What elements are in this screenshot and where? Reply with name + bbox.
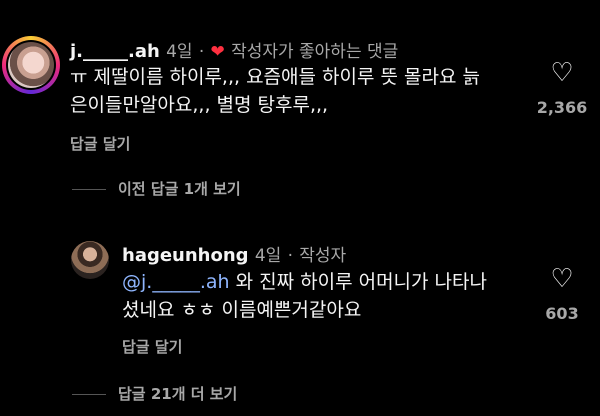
like-control: ♡ 603 [532,266,592,323]
timestamp: 4일 [254,246,282,266]
divider [72,394,106,395]
view-previous-label: 이전 답글 1개 보기 [118,180,241,198]
view-more-label: 답글 21개 더 보기 [118,385,238,403]
comment-text: @j._____.ah 와 진짜 하이루 어머니가 나타나 셨네요 ㅎㅎ 이름예… [122,268,487,324]
username[interactable]: hageunhong [122,245,249,266]
avatar[interactable] [71,241,109,279]
separator: · [287,246,293,266]
heart-filled-icon: ❤ [210,42,225,62]
comment-text-line: 셨네요 ㅎㅎ 이름예쁜거같아요 [122,299,362,321]
separator: · [198,42,205,62]
profile-photo [8,42,54,88]
heart-outline-icon[interactable]: ♡ [532,266,592,292]
like-count: 2,366 [536,98,588,117]
comment-text: ㅠ 제딸이름 하이루,,, 요즘애들 하이루 뜻 몰라요 늙 은이들만알아요,,… [70,63,480,119]
liked-by-author-label: 작성자가 좋아하는 댓글 [231,42,399,62]
comment-text-line: ㅠ 제딸이름 하이루,,, 요즘애들 하이루 뜻 몰라요 늙 [70,66,480,88]
author-label: 작성자 [299,246,347,266]
comment-text-line: 은이들만알아요,,, 별명 탕후루,,, [70,94,329,116]
reply-button[interactable]: 답글 달기 [70,133,130,154]
reply-button[interactable]: 답글 달기 [122,336,182,357]
divider [72,189,106,190]
username[interactable]: j._____.ah [70,41,160,62]
comment-meta: hageunhong 4일 · 작성자 [122,241,346,266]
comment-text-line: @j._____.ah 와 진짜 하이루 어머니가 나타나 [122,268,487,296]
avatar[interactable] [2,36,60,94]
comment-meta: j._____.ah 4일 · ❤ 작성자가 좋아하는 댓글 [70,37,398,62]
view-previous-replies-button[interactable]: 이전 답글 1개 보기 [72,178,241,199]
mention-link[interactable]: @j._____.ah [122,271,230,293]
like-count: 603 [545,304,579,323]
like-control: ♡ 2,366 [532,60,592,117]
heart-outline-icon[interactable]: ♡ [532,60,592,86]
view-more-replies-button[interactable]: 답글 21개 더 보기 [72,383,237,404]
comment-text-segment: 와 진짜 하이루 어머니가 나타나 [229,271,487,293]
timestamp: 4일 [166,42,193,62]
